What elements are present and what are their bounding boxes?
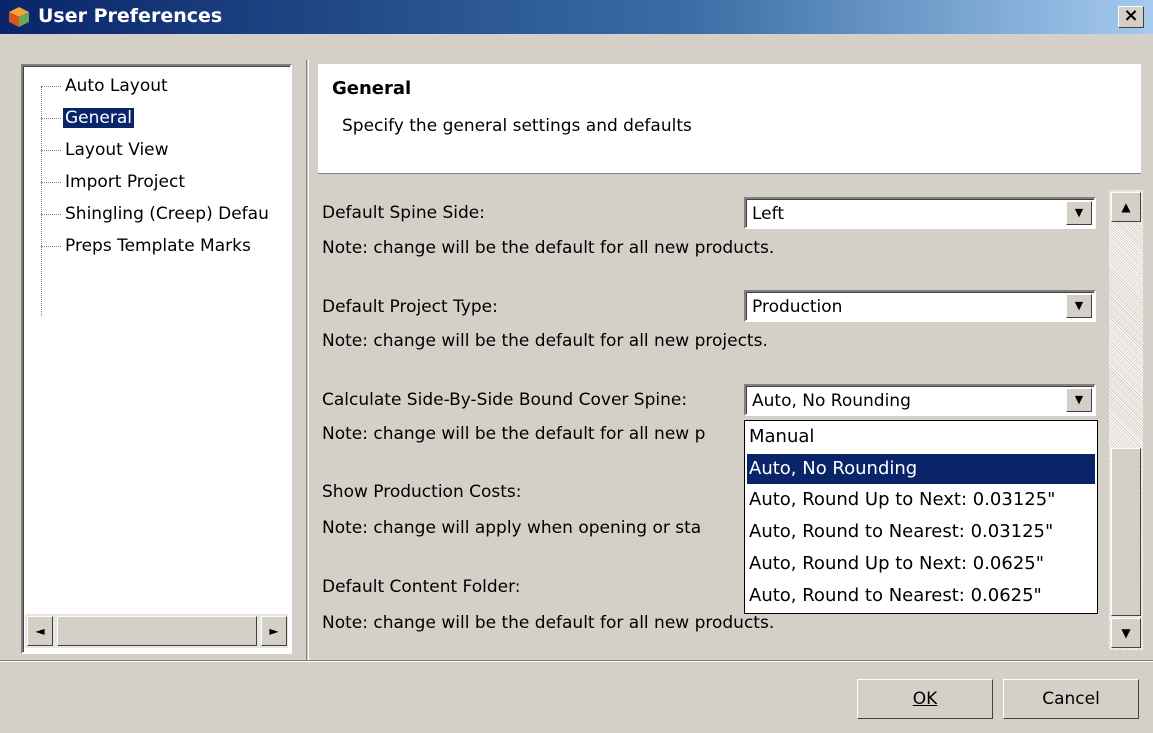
chevron-down-icon[interactable]: ▼	[1066, 388, 1092, 412]
spine-side-value: Left	[752, 204, 784, 224]
spine-side-label: Default Spine Side:	[322, 203, 485, 223]
cancel-button[interactable]: Cancel	[1003, 679, 1139, 719]
window-title: User Preferences	[38, 5, 223, 27]
project-type-select[interactable]: Production ▼	[744, 290, 1096, 322]
chevron-down-icon[interactable]: ▼	[1066, 294, 1092, 318]
tree-item-label: Import Project	[65, 172, 185, 192]
tree-item-auto-layout[interactable]: Auto Layout	[41, 76, 170, 102]
cancel-button-label: Cancel	[1042, 689, 1100, 709]
dropdown-option[interactable]: Manual	[747, 422, 1095, 452]
tree-item-shingling[interactable]: Shingling (Creep) Defau	[41, 204, 271, 230]
spine-side-note: Note: change will be the default for all…	[322, 238, 775, 258]
tree-item-general[interactable]: General	[41, 108, 134, 134]
cover-spine-note: Note: change will be the default for all…	[322, 424, 706, 444]
settings-vertical-scrollbar[interactable]: ▲ ▼	[1109, 190, 1143, 650]
chevron-down-icon[interactable]: ▼	[1066, 201, 1092, 225]
cube-icon	[9, 7, 29, 27]
tree-item-label: Layout View	[65, 140, 169, 160]
scroll-down-button[interactable]: ▼	[1111, 618, 1141, 648]
scroll-up-button[interactable]: ▲	[1111, 192, 1141, 222]
ok-button[interactable]: OK	[857, 679, 993, 719]
dropdown-option[interactable]: Auto, No Rounding	[747, 454, 1095, 484]
tree-item-label: General	[63, 108, 134, 128]
close-button[interactable]: ×	[1118, 6, 1144, 28]
ok-button-label: OK	[912, 689, 938, 709]
tree-item-preps-template-marks[interactable]: Preps Template Marks	[41, 236, 253, 262]
preferences-tree[interactable]: Auto Layout General Layout View Import P…	[21, 64, 292, 654]
cover-spine-label: Calculate Side-By-Side Bound Cover Spine…	[322, 390, 688, 410]
project-type-value: Production	[752, 297, 843, 317]
production-costs-label: Show Production Costs:	[322, 482, 522, 502]
dropdown-option[interactable]: Auto, Round Up to Next: 0.03125"	[747, 485, 1095, 515]
tree-horizontal-scrollbar[interactable]: ◄ ►	[25, 614, 288, 648]
panel-divider[interactable]	[306, 60, 309, 660]
tree-item-import-project[interactable]: Import Project	[41, 172, 187, 198]
title-bar: User Preferences ×	[0, 0, 1153, 34]
spine-side-select[interactable]: Left ▼	[744, 197, 1096, 229]
section-description: Specify the general settings and default…	[342, 116, 692, 136]
tree-item-label: Auto Layout	[65, 76, 168, 96]
section-header: General Specify the general settings and…	[318, 64, 1141, 174]
separator	[0, 660, 1153, 662]
scroll-left-button[interactable]: ◄	[27, 616, 53, 646]
cover-spine-dropdown-list[interactable]: Manual Auto, No Rounding Auto, Round Up …	[744, 420, 1098, 614]
content-folder-label: Default Content Folder:	[322, 577, 521, 597]
tree-item-label: Shingling (Creep) Defau	[65, 204, 269, 224]
project-type-note: Note: change will be the default for all…	[322, 331, 768, 351]
project-type-label: Default Project Type:	[322, 297, 498, 317]
section-title: General	[332, 78, 412, 99]
dropdown-option[interactable]: Auto, Round Up to Next: 0.0625"	[747, 549, 1095, 579]
dropdown-option[interactable]: Auto, Round to Nearest: 0.03125"	[747, 517, 1095, 547]
production-costs-note: Note: change will apply when opening or …	[322, 518, 702, 538]
cover-spine-select[interactable]: Auto, No Rounding ▼	[744, 384, 1096, 416]
dropdown-option[interactable]: Auto, Round to Nearest: 0.0625"	[747, 581, 1095, 611]
cover-spine-value: Auto, No Rounding	[752, 391, 911, 411]
scroll-thumb[interactable]	[57, 616, 257, 646]
scroll-thumb[interactable]	[1111, 448, 1141, 616]
scroll-right-button[interactable]: ►	[261, 616, 287, 646]
tree-item-layout-view[interactable]: Layout View	[41, 140, 171, 166]
content-folder-note: Note: change will be the default for all…	[322, 613, 775, 633]
tree-item-label: Preps Template Marks	[65, 236, 251, 256]
